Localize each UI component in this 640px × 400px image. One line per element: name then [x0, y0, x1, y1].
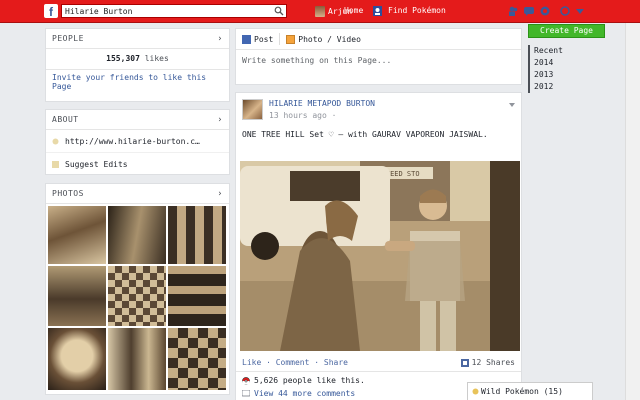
post-time-text: 13 hours ago	[269, 111, 327, 120]
comment-button[interactable]: Comment	[276, 358, 310, 367]
view-more-comments[interactable]: View 44 more comments	[242, 389, 355, 398]
facebook-logo-icon[interactable]: f	[44, 4, 58, 18]
year-2013[interactable]: 2013	[534, 69, 563, 81]
share-button[interactable]: Share	[324, 358, 348, 367]
year-2012[interactable]: 2012	[534, 81, 563, 93]
likes-text: 5,626 people like this.	[254, 376, 365, 385]
composer-tabs: Post Photo / Video	[236, 29, 521, 50]
photo-thumb[interactable]	[48, 328, 106, 390]
globe-icon	[52, 138, 59, 144]
home-link[interactable]: Home	[344, 4, 363, 18]
post-card: HILARIE METAPOD BURTON 13 hours ago · ON…	[235, 92, 522, 400]
messages-icon[interactable]	[524, 6, 534, 16]
pokeball-icon	[472, 388, 479, 395]
pokedex-icon[interactable]	[373, 6, 382, 16]
composer-input[interactable]: Write something on this Page...	[236, 50, 521, 71]
photo-thumb[interactable]	[168, 206, 226, 264]
wild-pokemon-bar[interactable]: Wild Pokémon (15)	[467, 382, 593, 400]
search-box[interactable]	[61, 4, 287, 18]
photo-thumb[interactable]	[108, 266, 166, 326]
find-pokemon-link[interactable]: Find Pokémon	[388, 4, 446, 18]
avatar[interactable]	[242, 99, 263, 120]
avatar	[315, 5, 325, 17]
year-recent[interactable]: Recent	[534, 45, 563, 57]
year-2014[interactable]: 2014	[534, 57, 563, 69]
photo-thumb[interactable]	[168, 328, 226, 390]
chevron-right-icon[interactable]: ›	[217, 34, 223, 44]
about-box: ABOUT › http://www.hilarie-burton.c… Sug…	[45, 109, 230, 175]
photo-thumb[interactable]	[48, 206, 106, 264]
likes-count: 155,307 likes	[46, 49, 229, 70]
post-author[interactable]: HILARIE METAPOD BURTON	[269, 99, 375, 108]
composer-box: Post Photo / Video Write something on th…	[235, 28, 522, 85]
comment-icon	[242, 389, 250, 396]
people-box: PEOPLE › 155,307 likes Invite your frien…	[45, 28, 230, 102]
top-bar: f Arjun Home Find Pokémon	[0, 0, 640, 23]
post-text: ONE TREE HILL Set ♡ — with GAURAV VAPORE…	[242, 130, 488, 139]
post-actions: Like · Comment · Share	[242, 358, 348, 367]
photo-thumb[interactable]	[108, 206, 166, 264]
website-row[interactable]: http://www.hilarie-burton.c…	[46, 130, 229, 152]
about-header[interactable]: ABOUT ›	[46, 110, 229, 130]
chevron-right-icon[interactable]: ›	[217, 189, 223, 199]
post-photo-image: OND FEED STO	[240, 161, 520, 351]
globe-icon: ·	[331, 111, 337, 120]
shares-link[interactable]: 12 Shares	[460, 358, 515, 367]
post-timestamp[interactable]: 13 hours ago ·	[269, 111, 375, 120]
photos-header[interactable]: PHOTOS ›	[46, 184, 229, 204]
chevron-down-icon[interactable]	[508, 101, 516, 109]
view-more-comments-text: View 44 more comments	[254, 389, 356, 398]
like-button[interactable]: Like	[242, 358, 261, 367]
post-header: HILARIE METAPOD BURTON 13 hours ago ·	[242, 99, 375, 120]
chevron-right-icon[interactable]: ›	[217, 115, 223, 125]
pencil-icon	[52, 160, 59, 168]
pokeball-icon	[242, 376, 250, 385]
likes-word: likes	[144, 54, 169, 63]
likes-number: 155,307	[106, 54, 140, 63]
website-link[interactable]: http://www.hilarie-burton.c…	[65, 137, 200, 146]
chat-sidebar	[625, 23, 640, 400]
suggest-edits-link[interactable]: Suggest Edits	[65, 160, 128, 169]
photos-title: PHOTOS	[52, 189, 84, 198]
camera-icon	[286, 34, 296, 44]
suggest-edits-row[interactable]: Suggest Edits	[46, 152, 229, 175]
tab-post-label: Post	[254, 34, 274, 44]
search-icon[interactable]	[274, 6, 284, 16]
shares-count: 12 Shares	[471, 358, 515, 367]
photo-thumb[interactable]	[168, 266, 226, 326]
people-header[interactable]: PEOPLE ›	[46, 29, 229, 49]
notifications-icon[interactable]	[540, 6, 550, 16]
photo-thumb[interactable]	[48, 266, 106, 326]
friend-requests-icon[interactable]	[508, 6, 518, 16]
invite-friends-link[interactable]: Invite your friends to like this Page	[46, 70, 229, 94]
people-title: PEOPLE	[52, 34, 84, 43]
tab-photo-video[interactable]: Photo / Video	[280, 29, 367, 49]
photos-box: PHOTOS ›	[45, 183, 230, 395]
pencil-icon	[242, 34, 251, 44]
privacy-shortcuts-icon[interactable]	[560, 6, 570, 16]
timeline-years: Recent 2014 2013 2012	[528, 45, 563, 93]
wild-pokemon-label: Wild Pokémon (15)	[481, 387, 563, 396]
create-page-button[interactable]: Create Page	[528, 24, 605, 38]
share-icon	[460, 358, 469, 367]
search-input[interactable]	[65, 5, 270, 17]
tab-post[interactable]: Post	[236, 29, 279, 49]
photo-thumb[interactable]	[108, 328, 166, 390]
post-photo[interactable]: OND FEED STO	[240, 161, 520, 351]
about-title: ABOUT	[52, 115, 79, 124]
tab-photo-label: Photo / Video	[298, 34, 361, 44]
chevron-down-icon[interactable]	[576, 6, 584, 16]
